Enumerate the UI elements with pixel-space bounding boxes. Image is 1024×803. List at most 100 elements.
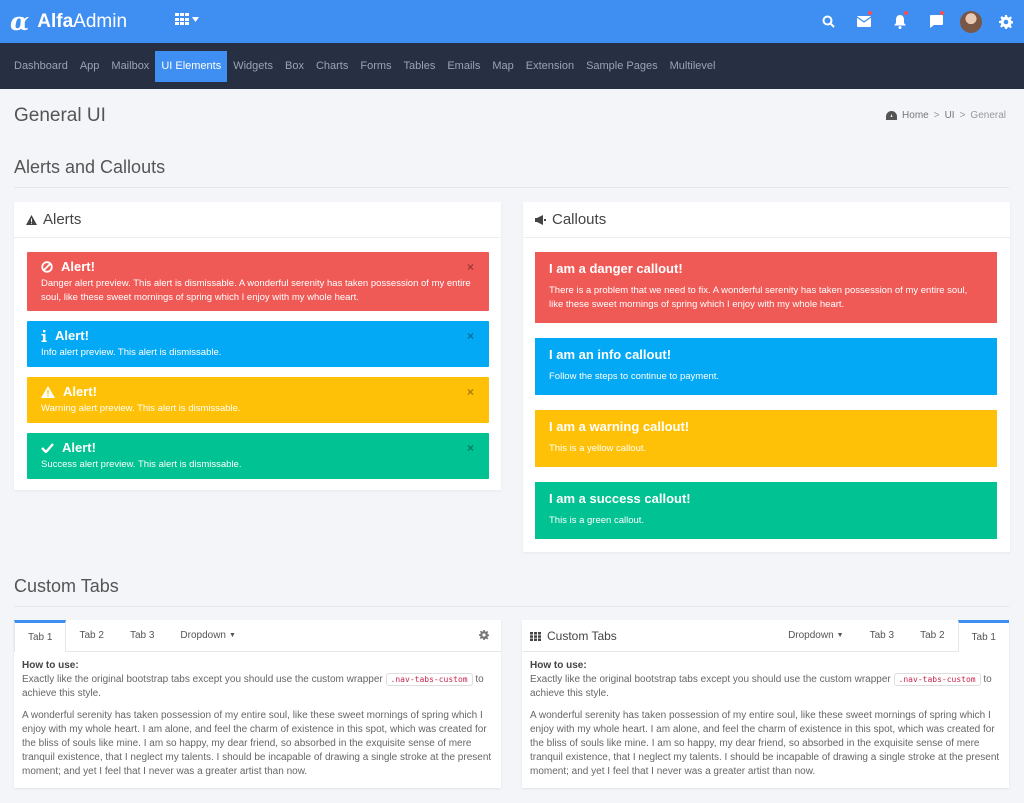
- nav-item-mailbox[interactable]: Mailbox: [105, 51, 155, 82]
- search-button[interactable]: [810, 0, 846, 43]
- nav-item-multilevel[interactable]: Multilevel: [664, 51, 722, 82]
- tab-settings-button[interactable]: [479, 630, 489, 640]
- brand-name-bold: Alfa: [37, 10, 74, 32]
- alert-title: Alert!: [41, 384, 475, 399]
- tab-bar: Tab 1 Tab 2 Tab 3 Dropdown ▼: [14, 620, 501, 652]
- callout-text: There is a problem that we need to fix. …: [549, 285, 968, 310]
- main-nav: Dashboard App Mailbox UI Elements Widgets Box…: [0, 43, 1024, 89]
- caret-down-icon: ▼: [229, 632, 236, 639]
- callout-info: I am an info callout! Follow the steps to…: [535, 338, 997, 395]
- chat-button[interactable]: [918, 0, 954, 43]
- nav-item-tables[interactable]: Tables: [398, 51, 442, 82]
- tab-dropdown-label: Dropdown: [788, 630, 834, 641]
- nav-item-ui-elements[interactable]: UI Elements: [155, 50, 228, 82]
- alert-title-text: Alert!: [55, 328, 89, 343]
- nav-item-forms[interactable]: Forms: [354, 51, 397, 82]
- callout-title: I am a warning callout!: [549, 419, 690, 434]
- tab-2[interactable]: Tab 2: [907, 620, 957, 651]
- breadcrumb-ui[interactable]: UI: [945, 110, 955, 121]
- warning-icon: [26, 214, 37, 225]
- alert-title: Alert!: [41, 440, 475, 455]
- notifications-button[interactable]: [882, 0, 918, 43]
- nav-item-box[interactable]: Box: [279, 51, 310, 82]
- grid-icon: [530, 631, 541, 641]
- chat-icon: [930, 15, 943, 28]
- apps-grid-icon: [175, 13, 189, 25]
- search-icon: [822, 15, 835, 28]
- tab-paragraph: A wonderful serenity has taken possessio…: [22, 710, 492, 777]
- tab-paragraph: A wonderful serenity has taken possessio…: [530, 710, 1000, 777]
- alert-text: Danger alert preview. This alert is dism…: [41, 278, 471, 303]
- section-divider: [14, 606, 1009, 607]
- settings-button[interactable]: [988, 0, 1024, 43]
- callouts-card-title: Callouts: [552, 211, 607, 228]
- nav-item-sample-pages[interactable]: Sample Pages: [580, 51, 664, 82]
- howto-text: Exactly like the original bootstrap tabs…: [530, 673, 1001, 701]
- apps-menu-button[interactable]: [175, 13, 199, 25]
- breadcrumb-home[interactable]: Home: [902, 110, 929, 121]
- nav-item-app[interactable]: App: [74, 51, 106, 82]
- breadcrumb-separator: >: [933, 110, 940, 121]
- alert-danger: Alert! Danger alert preview. This alert i…: [27, 252, 489, 311]
- caret-down-icon: [192, 16, 199, 22]
- alert-text: Success alert preview. This alert is dis…: [41, 459, 242, 470]
- callout-text: Follow the steps to continue to payment.: [549, 371, 720, 382]
- tab-bar: Custom Tabs Dropdown ▼ Tab 3 Tab 2 Tab 1: [522, 620, 1009, 652]
- dashboard-icon: [886, 111, 898, 120]
- tab-1[interactable]: Tab 1: [957, 620, 1009, 652]
- custom-tabs-header: Custom Tabs: [530, 620, 617, 652]
- tab-dropdown-label: Dropdown: [180, 630, 226, 641]
- messages-button[interactable]: [846, 0, 882, 43]
- nav-item-dashboard[interactable]: Dashboard: [8, 51, 74, 82]
- alerts-card-header: Alerts: [14, 202, 501, 238]
- breadcrumb: Home > UI > General: [886, 110, 1006, 121]
- breadcrumb-separator: >: [959, 110, 966, 121]
- gear-icon: [479, 630, 489, 640]
- alert-title-text: Alert!: [61, 259, 95, 274]
- tab-content: How to use: Exactly like the original bo…: [14, 652, 501, 786]
- nav-item-extension[interactable]: Extension: [520, 51, 580, 82]
- tab-3[interactable]: Tab 3: [857, 620, 907, 651]
- code-snippet: .nav-tabs-custom: [893, 673, 981, 686]
- close-icon[interactable]: ×: [467, 260, 474, 274]
- nav-item-map[interactable]: Map: [486, 51, 519, 82]
- close-icon[interactable]: ×: [467, 385, 474, 399]
- info-icon: [41, 329, 47, 342]
- avatar[interactable]: [960, 10, 982, 33]
- brand-name-light: Admin: [73, 10, 128, 32]
- alerts-card: Alerts Alert! Danger alert preview. This …: [14, 202, 501, 490]
- close-icon[interactable]: ×: [467, 441, 474, 455]
- tab-2[interactable]: Tab 2: [66, 620, 116, 651]
- brand-logo-link[interactable]: α Alfa Admin: [10, 9, 127, 34]
- alert-title: Alert!: [41, 259, 475, 274]
- callout-danger: I am a danger callout! There is a problem…: [535, 252, 997, 323]
- tab-3[interactable]: Tab 3: [117, 620, 167, 651]
- tab-dropdown[interactable]: Dropdown ▼: [167, 620, 249, 651]
- callouts-card-header: Callouts: [523, 202, 1010, 238]
- nav-item-widgets[interactable]: Widgets: [227, 51, 279, 82]
- close-icon[interactable]: ×: [467, 329, 474, 343]
- callouts-card: Callouts I am a danger callout! There is …: [523, 202, 1010, 552]
- alert-title-text: Alert!: [62, 440, 96, 455]
- nav-item-emails[interactable]: Emails: [441, 51, 486, 82]
- tab-content: How to use: Exactly like the original bo…: [522, 652, 1009, 786]
- notification-dot: [940, 11, 944, 15]
- page-title: General UI: [14, 105, 106, 126]
- alert-info: Alert! Info alert preview. This alert is …: [27, 321, 489, 367]
- ban-icon: [41, 260, 53, 273]
- section-title-custom-tabs: Custom Tabs: [14, 576, 119, 596]
- code-snippet: .nav-tabs-custom: [385, 673, 473, 686]
- notification-dot: [868, 11, 872, 15]
- alert-text: Warning alert preview. This alert is dis…: [41, 403, 241, 414]
- caret-down-icon: ▼: [836, 632, 844, 639]
- alert-warning: Alert! Warning alert preview. This alert …: [27, 377, 489, 423]
- callout-title: I am a success callout!: [549, 491, 691, 506]
- alert-success: Alert! Success alert preview. This alert …: [27, 433, 489, 479]
- mail-icon: [857, 16, 871, 27]
- callout-title: I am an info callout!: [549, 347, 672, 362]
- nav-item-charts[interactable]: Charts: [310, 51, 354, 82]
- tab-dropdown[interactable]: Dropdown ▼: [775, 620, 857, 651]
- section-title-alerts-callouts: Alerts and Callouts: [14, 157, 166, 177]
- alert-text: Info alert preview. This alert is dismis…: [41, 347, 222, 358]
- tab-1[interactable]: Tab 1: [14, 620, 67, 652]
